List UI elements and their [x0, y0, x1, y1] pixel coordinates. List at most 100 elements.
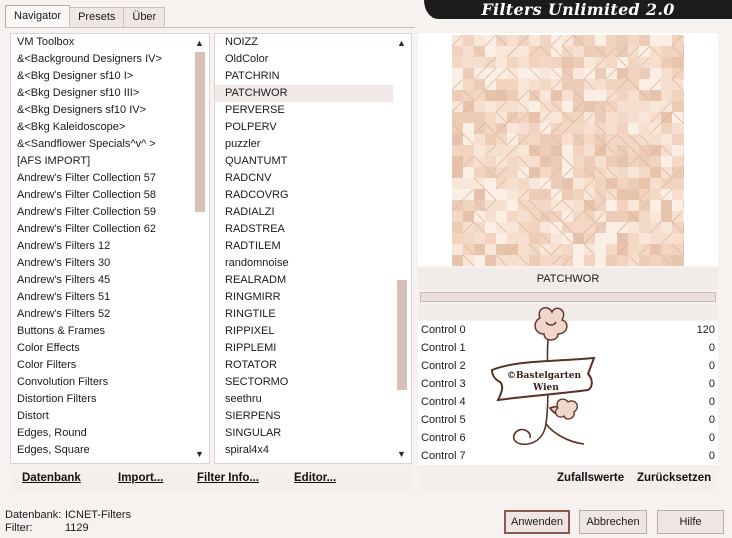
- chevron-up-icon[interactable]: ▲: [394, 36, 409, 50]
- list-item[interactable]: &<Bkg Designers sf10 IV>: [11, 102, 191, 119]
- control-row[interactable]: Control 4 0: [418, 393, 718, 411]
- control-value[interactable]: 0: [709, 447, 715, 465]
- list-item[interactable]: RIPPLEMI: [215, 340, 393, 357]
- control-value[interactable]: 0: [709, 393, 715, 411]
- category-scrollbar[interactable]: ▲ ▼: [192, 36, 207, 461]
- list-item[interactable]: &<Sandflower Specials^v^ >: [11, 136, 191, 153]
- preview-tile: [617, 189, 628, 200]
- list-item[interactable]: SIERPENS: [215, 408, 393, 425]
- control-value[interactable]: 120: [697, 321, 715, 339]
- database-button[interactable]: Datenbank: [22, 472, 81, 484]
- preview-tile: [573, 79, 584, 90]
- filter-info-button[interactable]: Filter Info...: [197, 472, 259, 484]
- list-item[interactable]: Andrew's Filters 51: [11, 289, 191, 306]
- random-values-button[interactable]: Zufallswerte: [557, 472, 624, 484]
- preview-tile: [672, 145, 683, 156]
- list-item[interactable]: Andrew's Filter Collection 58: [11, 187, 191, 204]
- control-value[interactable]: 0: [709, 411, 715, 429]
- control-row[interactable]: Control 6 0: [418, 429, 718, 447]
- list-item[interactable]: SECTORMO: [215, 374, 393, 391]
- import-button[interactable]: Import...: [118, 472, 163, 484]
- list-item[interactable]: ROTATOR: [215, 357, 393, 374]
- control-row[interactable]: Control 7 0: [418, 447, 718, 465]
- chevron-down-icon[interactable]: ▼: [394, 447, 409, 461]
- list-item[interactable]: Andrew's Filters 12: [11, 238, 191, 255]
- list-item[interactable]: RIPPIXEL: [215, 323, 393, 340]
- list-item[interactable]: &<Bkg Kaleidoscope>: [11, 119, 191, 136]
- list-item[interactable]: OldColor: [215, 51, 393, 68]
- list-item[interactable]: Buttons & Frames: [11, 323, 191, 340]
- list-item[interactable]: PERVERSE: [215, 102, 393, 119]
- chevron-down-icon[interactable]: ▼: [192, 447, 207, 461]
- preview-tile: [496, 244, 507, 255]
- control-row[interactable]: Control 2 0: [418, 357, 718, 375]
- control-value[interactable]: 0: [709, 339, 715, 357]
- list-item[interactable]: [AFS IMPORT]: [11, 153, 191, 170]
- list-item[interactable]: seethru: [215, 391, 393, 408]
- control-row[interactable]: Control 1 0: [418, 339, 718, 357]
- filter-scrollbar[interactable]: ▲ ▼: [394, 36, 409, 461]
- list-item[interactable]: Distortion Filters: [11, 391, 191, 408]
- list-item[interactable]: &<Bkg Designer sf10 III>: [11, 85, 191, 102]
- list-item[interactable]: NOIZZ: [215, 34, 393, 51]
- control-row[interactable]: Control 0 120: [418, 321, 718, 339]
- control-row[interactable]: Control 3 0: [418, 375, 718, 393]
- list-item[interactable]: RADCNV: [215, 170, 393, 187]
- control-row[interactable]: Control 5 0: [418, 411, 718, 429]
- list-item[interactable]: Andrew's Filters 30: [11, 255, 191, 272]
- control-value[interactable]: 0: [709, 429, 715, 447]
- list-item[interactable]: spiral4x4: [215, 442, 393, 459]
- list-item[interactable]: RADIALZI: [215, 204, 393, 221]
- reset-button[interactable]: Zurücksetzen: [637, 472, 711, 484]
- list-item[interactable]: randomnoise: [215, 255, 393, 272]
- list-item[interactable]: Edges, Square: [11, 442, 191, 459]
- list-item[interactable]: RADTILEM: [215, 238, 393, 255]
- tab-about[interactable]: Über: [123, 7, 166, 27]
- list-item[interactable]: puzzler: [215, 136, 393, 153]
- list-item[interactable]: Andrew's Filter Collection 57: [11, 170, 191, 187]
- list-item[interactable]: REALRADM: [215, 272, 393, 289]
- tab-presets[interactable]: Presets: [69, 7, 125, 27]
- list-item[interactable]: QUANTUMT: [215, 153, 393, 170]
- control-value[interactable]: 0: [709, 375, 715, 393]
- list-item[interactable]: &<Background Designers IV>: [11, 51, 191, 68]
- list-item[interactable]: SINGULAR: [215, 425, 393, 442]
- scroll-thumb[interactable]: [397, 280, 407, 390]
- list-item[interactable]: Andrew's Filter Collection 62: [11, 221, 191, 238]
- list-item[interactable]: Edges, Round: [11, 425, 191, 442]
- list-item[interactable]: VM Toolbox: [11, 34, 191, 51]
- preview-tile: [529, 233, 540, 244]
- scroll-thumb[interactable]: [195, 52, 205, 212]
- list-item[interactable]: Andrew's Filters 52: [11, 306, 191, 323]
- list-item[interactable]: PATCHWOR: [215, 85, 393, 102]
- scroll-track[interactable]: [195, 50, 205, 447]
- list-item[interactable]: RINGTILE: [215, 306, 393, 323]
- list-item[interactable]: Andrew's Filter Collection 59: [11, 204, 191, 221]
- filter-list[interactable]: NOIZZ OldColor PATCHRIN PATCHWOR PERVERSE POL…: [215, 34, 393, 459]
- list-item[interactable]: POLPERV: [215, 119, 393, 136]
- list-item[interactable]: Distort: [11, 408, 191, 425]
- list-item[interactable]: RADCOVRG: [215, 187, 393, 204]
- preview-tile: [540, 222, 551, 233]
- tab-navigator[interactable]: Navigator: [5, 5, 71, 27]
- list-item[interactable]: PATCHRIN: [215, 68, 393, 85]
- preview-tile: [507, 255, 518, 266]
- editor-button[interactable]: Editor...: [294, 472, 336, 484]
- category-list[interactable]: VM Toolbox &<Background Designers IV> &<Bk…: [11, 34, 191, 459]
- list-item[interactable]: Andrew's Filters 45: [11, 272, 191, 289]
- list-item[interactable]: Color Effects: [11, 340, 191, 357]
- list-item[interactable]: Color Filters: [11, 357, 191, 374]
- list-item[interactable]: RINGMIRR: [215, 289, 393, 306]
- list-item[interactable]: RADSTREA: [215, 221, 393, 238]
- preview-tile: [628, 123, 639, 134]
- scroll-track[interactable]: [397, 50, 407, 447]
- cancel-button[interactable]: Abbrechen: [579, 510, 647, 534]
- help-button[interactable]: Hilfe: [657, 510, 724, 534]
- apply-button[interactable]: Anwenden: [504, 510, 570, 534]
- list-item[interactable]: &<Bkg Designer sf10 I>: [11, 68, 191, 85]
- controls-panel: Control 0 120 Control 1 0 Control 2 0 Control …: [418, 321, 718, 465]
- chevron-up-icon[interactable]: ▲: [192, 36, 207, 50]
- control-value[interactable]: 0: [709, 357, 715, 375]
- preview-tile: [540, 189, 551, 200]
- list-item[interactable]: Convolution Filters: [11, 374, 191, 391]
